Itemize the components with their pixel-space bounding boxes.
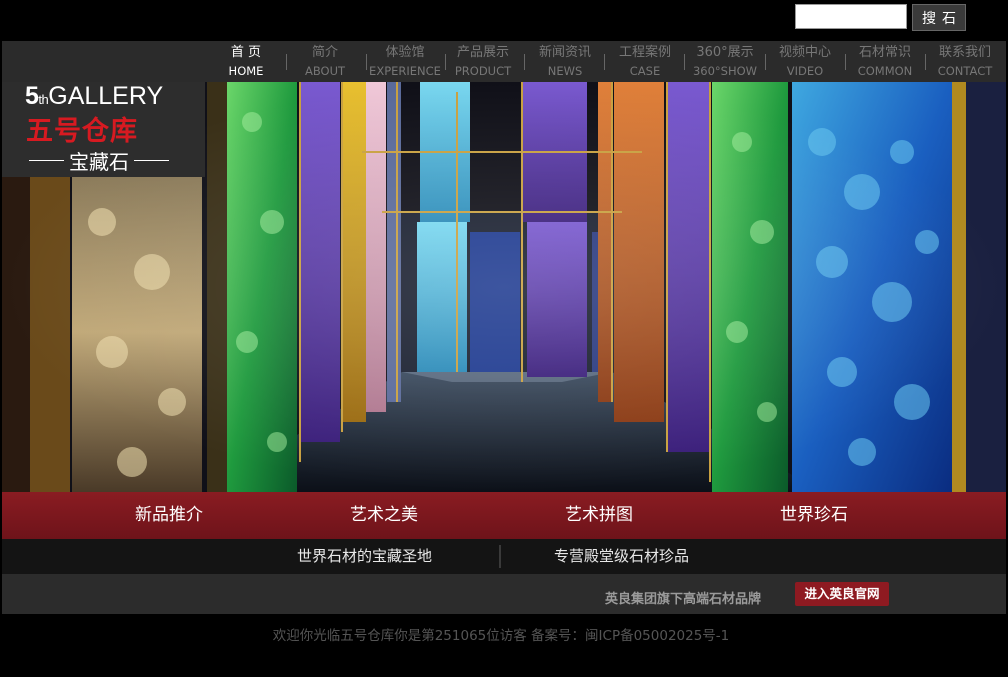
nav-contact-en: CONTACT (937, 64, 993, 78)
logo-name-zh: 五号仓库 (26, 116, 138, 147)
nav-divider (604, 54, 605, 70)
nav-news-zh: 新闻资讯 (538, 45, 591, 60)
nav-item-about[interactable]: 简介 ABOUT (299, 44, 351, 80)
enter-official-site-button[interactable]: 进入英良官网 (795, 582, 889, 606)
nav-common-zh: 石材常识 (858, 45, 911, 60)
site-logo[interactable]: 5thGALLERY 五号仓库 宝藏石 (2, 82, 205, 177)
nav-about-en: ABOUT (304, 64, 346, 78)
nav-item-product[interactable]: 产品展示 PRODUCT (450, 44, 516, 80)
slogan-right: 专营殿堂级石材珍品 (554, 547, 690, 565)
category-art-beauty[interactable]: 艺术之美 (350, 492, 418, 539)
nav-divider (524, 54, 525, 70)
nav-divider (445, 54, 446, 70)
brand-bar: 英良集团旗下高端石材品牌 进入英良官网 (2, 574, 1006, 614)
nav-experience-en: EXPERIENCE (369, 64, 441, 78)
nav-divider (765, 54, 766, 70)
logo-dash-left (29, 160, 64, 161)
nav-divider (366, 54, 367, 70)
slogan-left: 世界石材的宝藏圣地 (297, 547, 433, 565)
nav-common-en: COMMON (857, 64, 913, 78)
nav-case-en: CASE (629, 64, 661, 78)
slogan-bar: 世界石材的宝藏圣地 专营殿堂级石材珍品 (2, 539, 1006, 574)
search-button[interactable]: 搜石 (912, 4, 966, 31)
logo-num: 5 (25, 82, 39, 110)
nav-contact-zh: 联系我们 (938, 45, 991, 60)
nav-divider (925, 54, 926, 70)
nav-divider (845, 54, 846, 70)
nav-item-case[interactable]: 工程案例 CASE (612, 44, 678, 80)
nav-item-news[interactable]: 新闻资讯 NEWS (532, 44, 598, 80)
logo-tagline: 宝藏石 (69, 150, 129, 174)
nav-item-home[interactable]: 首 页 HOME (224, 44, 268, 80)
logo-dash-right (134, 160, 169, 161)
nav-item-360show[interactable]: 360°展示 360°SHOW (691, 44, 759, 80)
nav-item-contact[interactable]: 联系我们 CONTACT (932, 44, 998, 80)
nav-item-common[interactable]: 石材常识 COMMON (852, 44, 918, 80)
nav-product-en: PRODUCT (454, 64, 512, 78)
footer: 欢迎你光临五号仓库你是第251065位访客 备案号：闽ICP备05002025号… (0, 624, 1008, 644)
nav-case-zh: 工程案例 (618, 45, 671, 60)
brand-text: 英良集团旗下高端石材品牌 (605, 592, 762, 607)
category-world-gems[interactable]: 世界珍石 (780, 492, 848, 539)
logo-wordmark: 5thGALLERY (25, 82, 163, 111)
footer-text: 欢迎你光临五号仓库你是第251065位访客 备案号：闽ICP备05002025号… (272, 628, 730, 644)
nav-divider (684, 54, 685, 70)
category-new-products[interactable]: 新品推介 (135, 492, 203, 539)
category-bar: 新品推介 艺术之美 艺术拼图 世界珍石 (2, 492, 1006, 539)
nav-video-zh: 视频中心 (778, 45, 831, 60)
nav-360show-en: 360°SHOW (692, 64, 758, 78)
nav-divider (286, 54, 287, 70)
nav-360show-zh: 360°展示 (696, 45, 754, 60)
nav-home-zh: 首 页 (230, 45, 262, 60)
nav-home-en: HOME (228, 64, 264, 78)
logo-gallery: GALLERY (48, 82, 164, 110)
search-input[interactable] (795, 4, 907, 29)
category-art-puzzle[interactable]: 艺术拼图 (565, 492, 633, 539)
nav-item-experience[interactable]: 体验馆 EXPERIENCE (368, 44, 442, 80)
main-nav: 首 页 HOME 简介 ABOUT 体验馆 EXPERIENCE 产品展示 PR… (2, 41, 1006, 82)
nav-about-zh: 简介 (311, 45, 338, 60)
nav-video-en: VIDEO (786, 64, 824, 78)
nav-item-video[interactable]: 视频中心 VIDEO (772, 44, 838, 80)
nav-news-en: NEWS (547, 64, 583, 78)
logo-suffix: th (38, 92, 49, 107)
logo-tagline-row: 宝藏石 (24, 146, 174, 175)
slogan-divider (499, 545, 501, 568)
nav-product-zh: 产品展示 (456, 45, 509, 60)
nav-experience-zh: 体验馆 (385, 45, 425, 60)
